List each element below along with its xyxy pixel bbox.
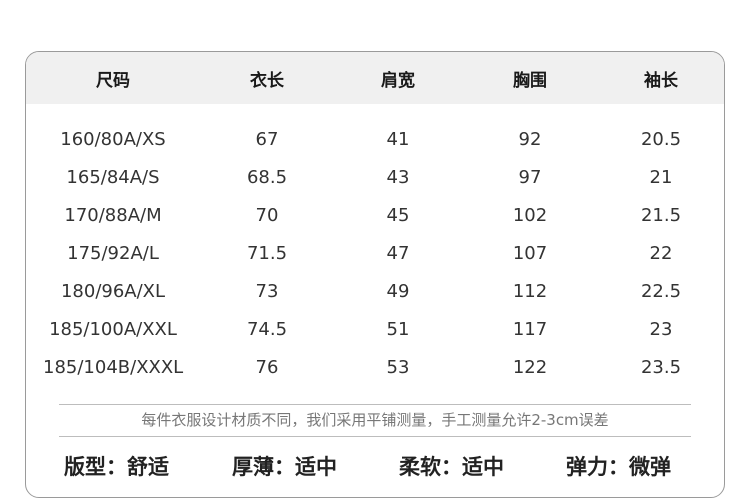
- cell-length: 74.5: [246, 319, 288, 340]
- cell-chest: 117: [512, 319, 548, 340]
- header-chest: 胸围: [513, 71, 547, 91]
- cell-shoulder: 47: [386, 243, 410, 264]
- cell-length: 67: [255, 129, 279, 150]
- cell-chest: 102: [512, 205, 548, 226]
- table-row: 170/88A/M 70 45 102 21.5: [26, 197, 724, 235]
- header-length: 衣长: [250, 71, 284, 91]
- cell-chest: 107: [512, 243, 548, 264]
- measurement-note: 每件衣服设计材质不同，我们采用平铺测量，手工测量允许2-3cm误差: [141, 411, 609, 429]
- fabric-attributes: 版型：舒适 厚薄：适中 柔软：适中 弹力：微弹: [26, 451, 724, 481]
- attribute-fit: 版型：舒适: [64, 455, 169, 479]
- table-row: 160/80A/XS 67 41 92 20.5: [26, 121, 724, 159]
- table-row: 175/92A/L 71.5 47 107 22: [26, 235, 724, 273]
- cell-shoulder: 43: [386, 167, 410, 188]
- cell-shoulder: 45: [386, 205, 410, 226]
- cell-shoulder: 41: [386, 129, 410, 150]
- cell-sleeve: 23: [649, 319, 673, 340]
- cell-sleeve: 23.5: [640, 357, 682, 378]
- cell-chest: 122: [512, 357, 548, 378]
- table-row: 185/104B/XXXL 76 53 122 23.5: [26, 349, 724, 387]
- cell-size: 180/96A/XL: [60, 281, 166, 302]
- cell-length: 76: [255, 357, 279, 378]
- header-size: 尺码: [96, 71, 130, 91]
- cell-size: 185/104B/XXXL: [43, 357, 184, 378]
- header-sleeve: 袖长: [644, 71, 678, 91]
- cell-size: 185/100A/XXL: [49, 319, 177, 340]
- table-row: 180/96A/XL 73 49 112 22.5: [26, 273, 724, 311]
- cell-sleeve: 22: [649, 243, 673, 264]
- divider-bottom: [59, 436, 691, 437]
- cell-size: 165/84A/S: [66, 167, 160, 188]
- cell-size: 160/80A/XS: [60, 129, 166, 150]
- cell-sleeve: 22.5: [640, 281, 682, 302]
- cell-length: 68.5: [246, 167, 288, 188]
- cell-sleeve: 21.5: [640, 205, 682, 226]
- attribute-softness: 柔软：适中: [399, 455, 504, 479]
- cell-chest: 97: [518, 167, 542, 188]
- attribute-elasticity: 弹力：微弹: [566, 455, 671, 479]
- cell-size: 175/92A/L: [67, 243, 159, 264]
- cell-size: 170/88A/M: [64, 205, 162, 226]
- cell-sleeve: 21: [649, 167, 673, 188]
- size-chart-card: 尺码 衣长 肩宽 胸围 袖长 160/80A/XS 67 41 92 20.5 …: [25, 51, 725, 498]
- cell-shoulder: 51: [386, 319, 410, 340]
- cell-length: 73: [255, 281, 279, 302]
- table-row: 185/100A/XXL 74.5 51 117 23: [26, 311, 724, 349]
- divider-top: [59, 404, 691, 405]
- cell-shoulder: 53: [386, 357, 410, 378]
- header-shoulder: 肩宽: [381, 71, 415, 91]
- cell-shoulder: 49: [386, 281, 410, 302]
- cell-sleeve: 20.5: [640, 129, 682, 150]
- cell-length: 70: [255, 205, 279, 226]
- cell-length: 71.5: [246, 243, 288, 264]
- cell-chest: 112: [512, 281, 548, 302]
- attribute-thickness: 厚薄：适中: [232, 455, 337, 479]
- table-header-row: 尺码 衣长 肩宽 胸围 袖长: [26, 52, 724, 104]
- table-row: 165/84A/S 68.5 43 97 21: [26, 159, 724, 197]
- cell-chest: 92: [518, 129, 542, 150]
